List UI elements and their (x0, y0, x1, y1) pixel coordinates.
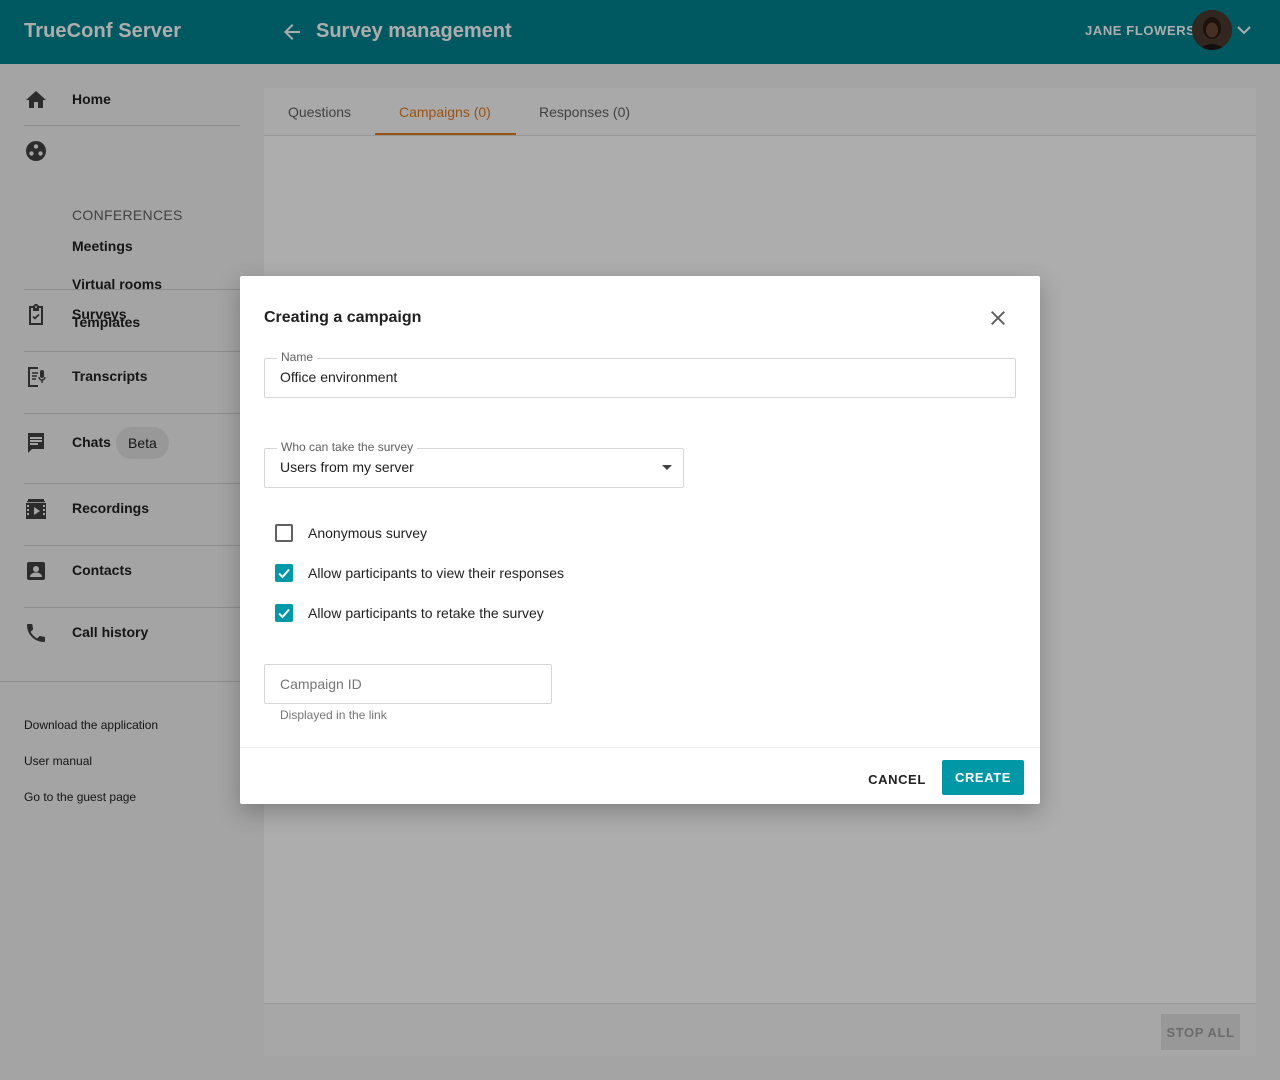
who-can-take-select[interactable]: Who can take the survey Users from my se… (264, 440, 684, 488)
create-button[interactable]: CREATE (942, 760, 1024, 795)
retake-survey-checkbox[interactable] (275, 604, 293, 622)
campaign-id-input[interactable]: Campaign ID (264, 664, 552, 704)
dialog-title: Creating a campaign (264, 309, 422, 326)
name-field[interactable]: Name Office environment (264, 350, 1016, 398)
view-responses-label[interactable]: Allow participants to view their respons… (308, 565, 564, 581)
retake-survey-label[interactable]: Allow participants to retake the survey (308, 605, 544, 621)
who-can-take-label: Who can take the survey (277, 440, 418, 454)
anonymous-survey-checkbox[interactable] (275, 524, 293, 542)
name-field-value: Office environment (280, 369, 398, 385)
anonymous-survey-label[interactable]: Anonymous survey (308, 525, 427, 541)
view-responses-checkbox[interactable] (275, 564, 293, 582)
dialog-footer-divider (240, 747, 1040, 748)
cancel-button[interactable]: CANCEL (862, 762, 932, 796)
check-icon (278, 568, 290, 579)
who-can-take-value: Users from my server (280, 459, 414, 475)
check-icon (278, 608, 290, 619)
close-icon[interactable] (986, 306, 1010, 330)
name-field-label: Name (277, 350, 318, 364)
dropdown-arrow-icon (662, 465, 672, 470)
create-campaign-dialog: Creating a campaign Name Office environm… (240, 276, 1040, 804)
campaign-id-hint: Displayed in the link (280, 708, 387, 722)
campaign-id-placeholder: Campaign ID (280, 676, 362, 692)
